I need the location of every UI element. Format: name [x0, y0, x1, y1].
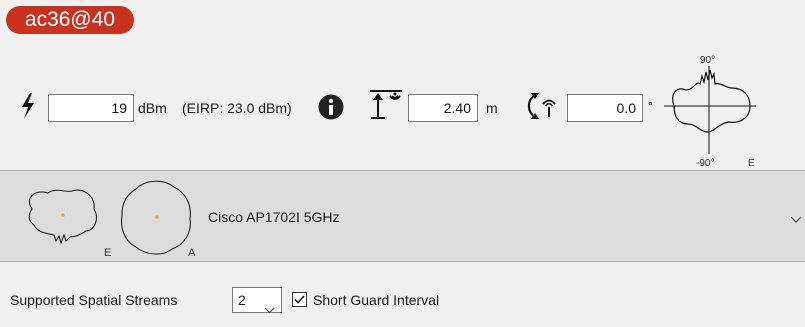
antenna-height-input[interactable]: 2.40: [408, 94, 478, 122]
band-badge: ac36@40: [6, 6, 134, 34]
eirp-text: (EIRP: 23.0 dBm): [182, 100, 292, 116]
rotate-antenna-icon: [526, 90, 560, 127]
spatial-streams-value: 2: [238, 292, 246, 308]
spatial-streams-label: Supported Spatial Streams: [10, 292, 178, 308]
antenna-selector[interactable]: E A Cisco AP1702I 5GHz: [0, 170, 805, 262]
pattern-a-label: A: [188, 247, 196, 259]
antenna-height-icon: [368, 88, 404, 125]
plot-top-label: 90°: [700, 55, 716, 66]
checkmark-icon: [294, 295, 305, 304]
height-unit: m: [486, 100, 498, 116]
short-guard-label: Short Guard Interval: [313, 292, 440, 308]
spatial-streams-select[interactable]: 2: [232, 287, 282, 314]
pattern-e-thumbnail: [18, 179, 110, 262]
pattern-e-label: E: [104, 247, 112, 259]
elevation-pattern-plot: 90° -90° E: [662, 50, 758, 174]
info-icon[interactable]: [318, 94, 344, 125]
chevron-down-icon: [264, 297, 275, 321]
tx-power-input[interactable]: 19: [48, 94, 134, 122]
lightning-icon: [20, 93, 36, 124]
rotation-input[interactable]: 0.0: [567, 94, 643, 122]
rotation-unit: °: [648, 99, 653, 113]
power-unit: dBm: [138, 100, 167, 116]
short-guard-checkbox[interactable]: [292, 292, 307, 307]
plot-side-label: E: [748, 158, 755, 169]
antenna-name: Cisco AP1702I 5GHz: [208, 209, 340, 225]
plot-bottom-label: -90°: [696, 158, 715, 169]
chevron-down-icon[interactable]: [790, 211, 802, 229]
